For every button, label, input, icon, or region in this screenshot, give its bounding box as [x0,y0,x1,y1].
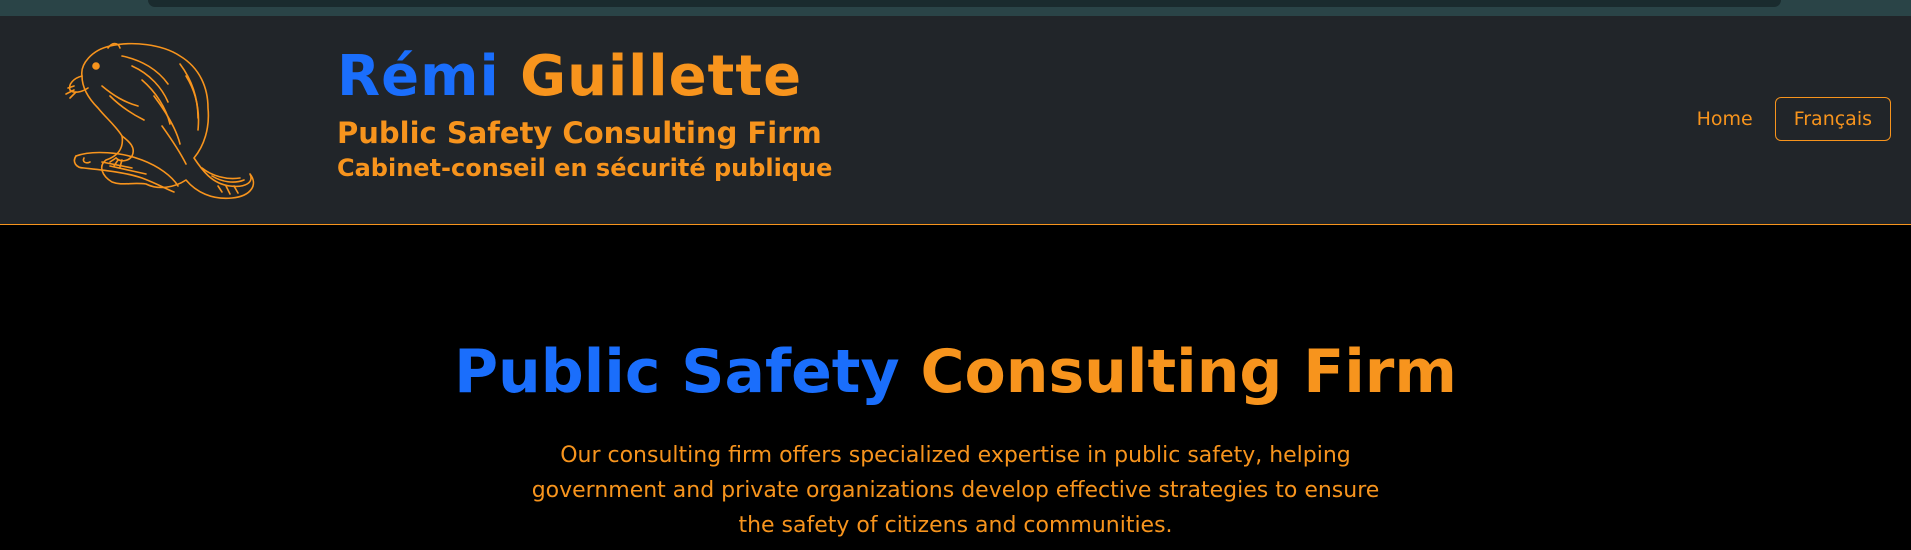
brand-subtitle-en: Public Safety Consulting Firm [337,116,822,150]
brand-first-name: Rémi [337,44,500,109]
top-strip [0,0,1911,16]
brand-title: Rémi Guillette [337,46,802,108]
beaver-icon[interactable] [62,36,262,204]
hero-description: Our consulting firm offers specialized e… [531,443,1380,538]
nav-home-link[interactable]: Home [1697,108,1753,130]
main-nav: Home Français [1697,97,1891,141]
top-strip-bar [148,0,1781,7]
hero-title: Public Safety Consulting Firm [0,336,1911,408]
site-header: Rémi Guillette Public Safety Consulting … [0,16,1911,225]
brand-subtitle-fr: Cabinet-conseil en sécurité publique [337,154,833,182]
hero-title-part2: Consulting Firm [920,337,1457,407]
brand-last-name: Guillette [520,44,803,109]
hero-title-part1: Public Safety [454,337,900,407]
language-toggle-button[interactable]: Français [1774,97,1891,141]
